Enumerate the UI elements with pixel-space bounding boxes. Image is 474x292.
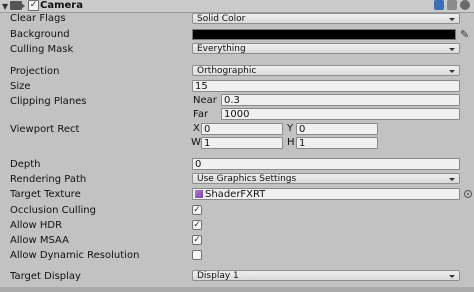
object-picker-icon[interactable]: [464, 190, 472, 198]
viewport-w-input[interactable]: 1: [201, 137, 283, 149]
render-texture-icon: [195, 190, 203, 198]
allow-msaa-checkbox[interactable]: ✓: [192, 235, 202, 245]
size-input[interactable]: 15: [192, 80, 460, 92]
component-title: Camera: [40, 0, 83, 11]
occlusion-culling-label: Occlusion Culling: [10, 205, 96, 216]
allow-hdr-label: Allow HDR: [10, 220, 63, 231]
viewport-h-label: H: [287, 137, 295, 148]
viewport-x-input[interactable]: 0: [201, 123, 283, 135]
projection-dropdown[interactable]: Orthographic: [192, 65, 460, 76]
viewport-x-label: X: [193, 123, 200, 134]
allow-dynamic-resolution-label: Allow Dynamic Resolution: [10, 250, 140, 261]
target-texture-field[interactable]: ShaderFXRT: [192, 188, 460, 200]
viewport-w-label: W: [191, 137, 201, 148]
rendering-path-dropdown[interactable]: Use Graphics Settings: [192, 173, 460, 184]
clear-flags-label: Clear Flags: [10, 13, 66, 24]
viewport-h-input[interactable]: 1: [296, 137, 378, 149]
background-color-field[interactable]: [192, 29, 456, 40]
far-input[interactable]: 1000: [221, 108, 460, 120]
far-label: Far: [193, 109, 209, 120]
gear-icon[interactable]: [460, 0, 470, 10]
target-texture-label: Target Texture: [10, 189, 81, 200]
component-header: ▼ ✓ Camera: [0, 0, 474, 13]
camera-icon: [10, 1, 25, 10]
projection-label: Projection: [10, 66, 60, 77]
viewport-y-input[interactable]: 0: [296, 123, 378, 135]
preset-icon[interactable]: [447, 0, 457, 10]
near-label: Near: [193, 95, 217, 106]
allow-msaa-label: Allow MSAA: [10, 235, 69, 246]
culling-mask-dropdown[interactable]: Everything: [192, 43, 460, 54]
target-display-label: Target Display: [10, 271, 81, 282]
target-texture-value: ShaderFXRT: [205, 189, 266, 200]
book-help-icon[interactable]: [434, 0, 444, 10]
clear-flags-dropdown[interactable]: Solid Color: [192, 13, 460, 24]
culling-mask-label: Culling Mask: [10, 44, 74, 55]
occlusion-culling-checkbox[interactable]: ✓: [192, 205, 202, 215]
depth-input[interactable]: 0: [192, 158, 460, 170]
component-enabled-checkbox[interactable]: ✓: [28, 0, 39, 11]
clipping-planes-label: Clipping Planes: [10, 96, 87, 107]
target-display-dropdown[interactable]: Display 1: [192, 270, 460, 281]
allow-dynamic-resolution-checkbox[interactable]: [192, 250, 202, 260]
rendering-path-label: Rendering Path: [10, 174, 87, 185]
viewport-rect-label: Viewport Rect: [10, 124, 80, 135]
background-label: Background: [10, 29, 70, 40]
triangle-down-icon[interactable]: ▼: [2, 2, 8, 11]
depth-label: Depth: [10, 159, 41, 170]
allow-hdr-checkbox[interactable]: ✓: [192, 220, 202, 230]
eyedropper-icon[interactable]: ✎: [460, 28, 469, 41]
size-label: Size: [10, 81, 31, 92]
near-input[interactable]: 0.3: [221, 94, 460, 106]
inspector-bottom-divider: [0, 287, 474, 292]
viewport-y-label: Y: [287, 123, 294, 134]
